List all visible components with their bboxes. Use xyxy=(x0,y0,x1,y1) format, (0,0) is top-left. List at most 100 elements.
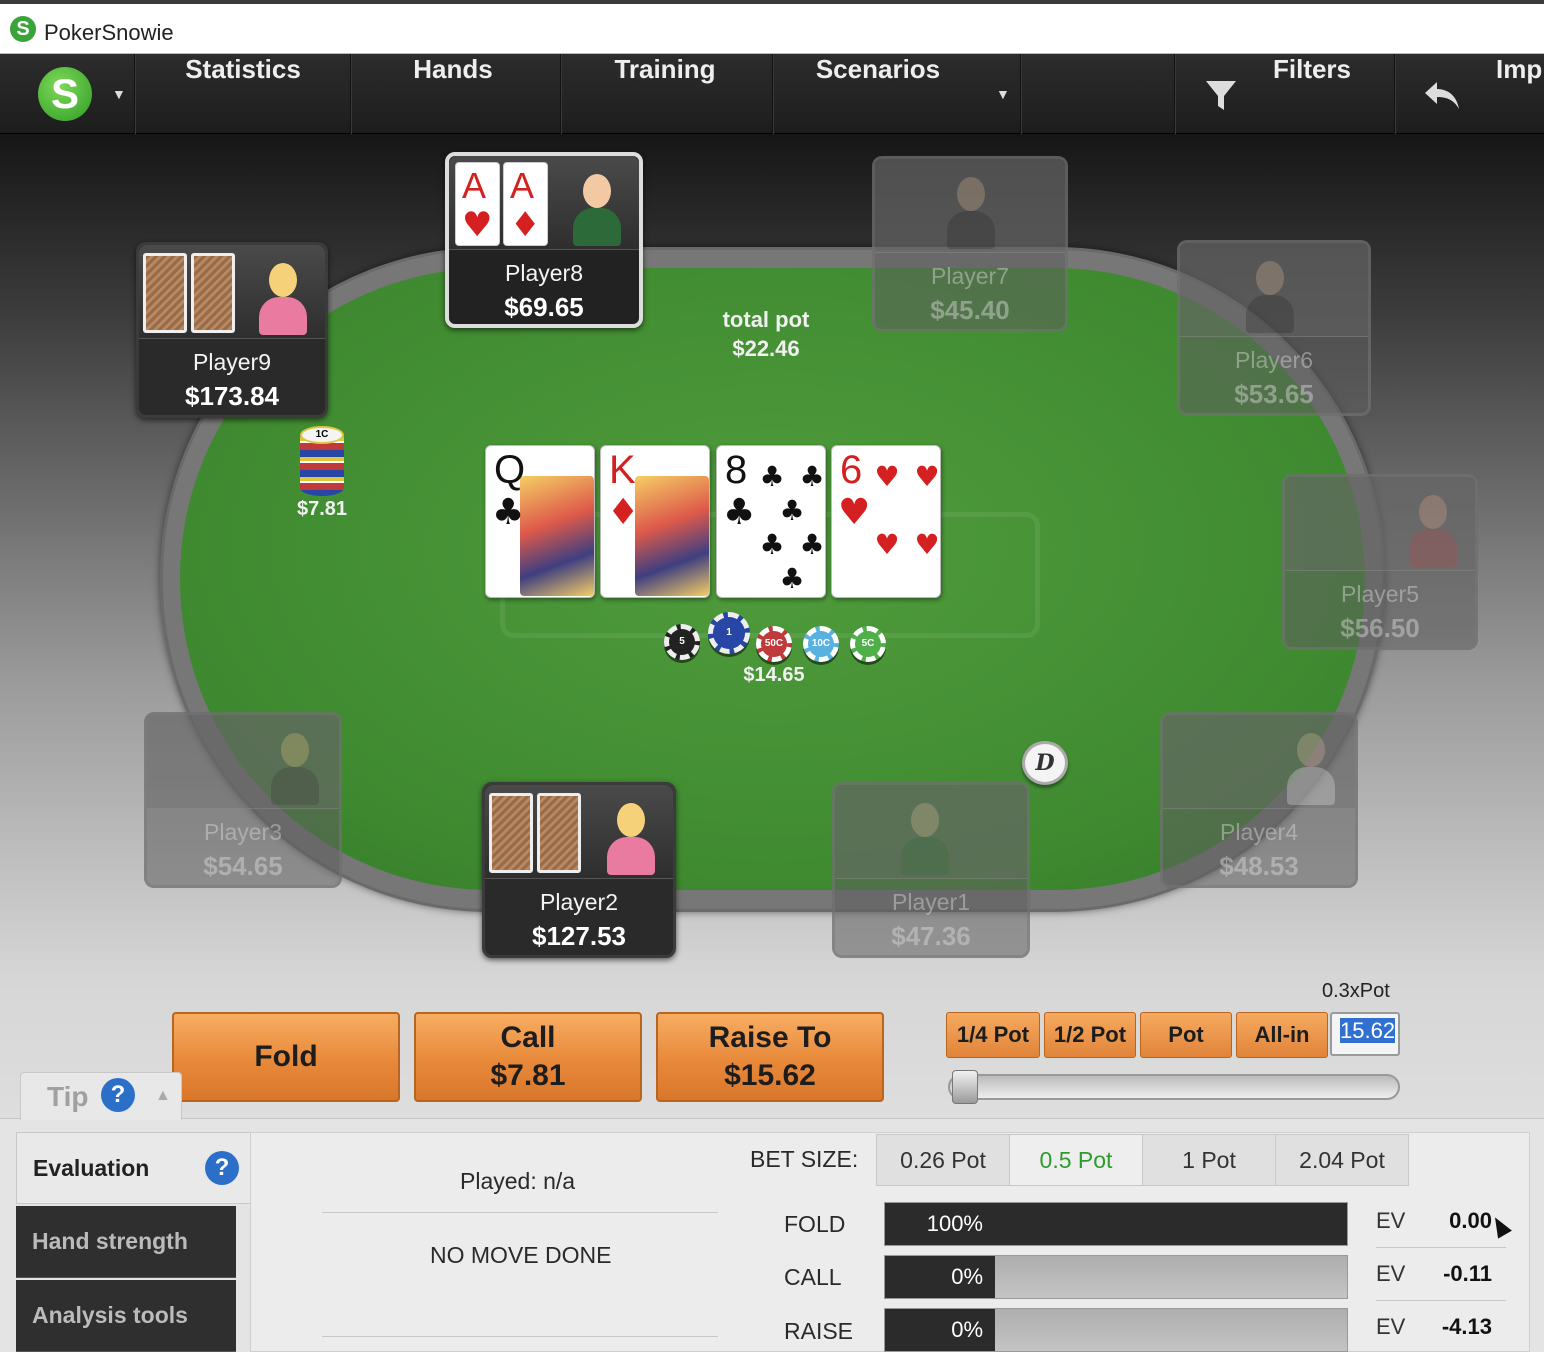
raise-frequency-bar: 0% xyxy=(884,1308,1348,1352)
seat-header xyxy=(1180,243,1368,337)
raise-label: Raise To xyxy=(708,1021,832,1054)
center-bet-amount: $14.65 xyxy=(743,664,805,686)
board-card-1: Q ♣ xyxy=(485,445,595,598)
bet-size-tab-0-26[interactable]: 0.26 Pot xyxy=(876,1134,1010,1186)
card-rank: K xyxy=(609,448,636,492)
card-back-icon xyxy=(191,253,235,333)
seat-header xyxy=(1285,477,1475,571)
menu-hands[interactable]: Hands xyxy=(360,54,546,134)
quarter-pot-button[interactable]: 1/4 Pot xyxy=(946,1012,1040,1058)
snowie-logo-button[interactable]: S xyxy=(38,67,92,121)
card-back-icon xyxy=(489,793,533,873)
filter-icon[interactable] xyxy=(1196,54,1246,134)
chip-icon: 10C xyxy=(803,626,839,662)
ev-label: EV xyxy=(1376,1261,1406,1286)
chevron-down-icon[interactable]: ▼ xyxy=(996,86,1010,102)
menu-training[interactable]: Training xyxy=(570,54,760,134)
player-stack: $47.36 xyxy=(891,921,971,951)
card-rank: A xyxy=(462,165,487,206)
menu-divider xyxy=(134,54,136,134)
seat-player8[interactable]: A ♥ A ♦ Player8 $69.65 xyxy=(445,152,643,328)
seat-header xyxy=(835,785,1027,879)
raise-amount: $15.62 xyxy=(724,1059,816,1092)
seat-player1[interactable]: Player1 $47.36 xyxy=(832,782,1030,958)
chip-denomination: 1C xyxy=(300,426,344,444)
fold-label: Fold xyxy=(254,1040,318,1073)
menu-filters[interactable]: Filters xyxy=(1256,54,1368,134)
bet-size-tab-2-04[interactable]: 2.04 Pot xyxy=(1275,1134,1409,1186)
seat-player4[interactable]: Player4 $48.53 xyxy=(1160,712,1358,888)
heart-icon: ♥ xyxy=(462,205,493,245)
tab-analysis-tools[interactable]: Analysis tools xyxy=(16,1280,236,1352)
card-back-icon xyxy=(143,253,187,333)
ev-value: -4.13 xyxy=(1441,1314,1492,1339)
call-amount: $7.81 xyxy=(490,1059,566,1092)
call-move-label: CALL xyxy=(784,1264,842,1290)
raise-move-label: RAISE xyxy=(784,1318,854,1344)
tab-label: Evaluation xyxy=(33,1155,150,1181)
chip-icon: 5C xyxy=(850,626,886,662)
call-button[interactable]: Call $7.81 xyxy=(414,1012,642,1102)
menu-divider xyxy=(1394,54,1396,134)
all-in-button[interactable]: All-in xyxy=(1236,1012,1328,1058)
queen-face-image xyxy=(520,476,594,596)
total-pot-amount: $22.46 xyxy=(732,336,800,361)
bet-size-tab-0-5[interactable]: 0.5 Pot xyxy=(1009,1134,1143,1186)
card-rank: Q xyxy=(494,448,526,492)
avatar xyxy=(1405,491,1461,567)
king-face-image xyxy=(635,476,709,596)
avatar xyxy=(897,799,953,875)
player-stack: $173.84 xyxy=(185,381,279,411)
menu-scenarios[interactable]: Scenarios xyxy=(780,54,976,134)
bet-slider-track[interactable] xyxy=(948,1074,1400,1100)
ev-label: EV xyxy=(1376,1314,1406,1339)
seat-player3[interactable]: Player3 $54.65 xyxy=(144,712,342,888)
seat-header xyxy=(139,245,325,339)
player-stack: $69.65 xyxy=(504,292,584,322)
menu-divider xyxy=(350,54,352,134)
seat-player9[interactable]: Player9 $173.84 xyxy=(136,242,328,418)
tip-tab[interactable]: Tip ? ▲ xyxy=(20,1072,182,1120)
chevron-up-icon[interactable]: ▲ xyxy=(155,1087,171,1105)
bet-amount-value: 15.62 xyxy=(1340,1018,1396,1043)
undo-icon[interactable] xyxy=(1418,54,1468,134)
chevron-down-icon[interactable]: ▼ xyxy=(112,86,126,102)
card-rank: 8 xyxy=(725,448,748,492)
menu-statistics[interactable]: Statistics xyxy=(150,54,336,134)
bet-amount-input[interactable]: 15.62 xyxy=(1330,1012,1400,1056)
chip-icon: 1 xyxy=(708,612,750,654)
seat-player7[interactable]: Player7 $45.40 xyxy=(872,156,1068,332)
tab-evaluation[interactable]: Evaluation ? xyxy=(16,1132,252,1204)
player-stack: $45.40 xyxy=(930,295,1010,325)
seat-player6[interactable]: Player6 $53.65 xyxy=(1177,240,1371,416)
frequency-value: 0% xyxy=(885,1309,995,1351)
board-card-4: 6 ♥ ♥ ♥♥ ♥♥ ♥ xyxy=(831,445,941,598)
help-icon[interactable]: ? xyxy=(101,1078,135,1112)
board-card-2: K ♦ xyxy=(600,445,710,598)
window-title: PokerSnowie xyxy=(44,20,174,45)
avatar xyxy=(569,170,625,246)
seat-player5[interactable]: Player5 $56.50 xyxy=(1282,474,1478,650)
title-bar: S PokerSnowie xyxy=(0,0,1544,54)
half-pot-button[interactable]: 1/2 Pot xyxy=(1044,1012,1136,1058)
app-logo-icon: S xyxy=(10,16,36,42)
pot-multiple-label: 0.3xPot xyxy=(1322,980,1390,1002)
call-frequency-bar: 0% xyxy=(884,1255,1348,1299)
move-status: NO MOVE DONE xyxy=(430,1242,612,1268)
player-stack: $127.53 xyxy=(532,921,626,951)
seat-header: A ♥ A ♦ xyxy=(449,156,639,250)
pot-button[interactable]: Pot xyxy=(1140,1012,1232,1058)
club-pips-icon: ♣ ♣♣♣ ♣♣♣ ♣ xyxy=(759,460,825,597)
player-name: Player3 xyxy=(204,819,282,845)
fold-button[interactable]: Fold xyxy=(172,1012,400,1102)
diamond-icon: ♦ xyxy=(510,205,541,245)
bet-size-tab-1[interactable]: 1 Pot xyxy=(1142,1134,1276,1186)
tab-hand-strength[interactable]: Hand strength xyxy=(16,1206,236,1278)
bet-slider-handle[interactable] xyxy=(952,1070,978,1104)
player-name: Player5 xyxy=(1341,581,1419,607)
seat-player2[interactable]: Player2 $127.53 xyxy=(482,782,676,958)
raise-button[interactable]: Raise To $15.62 xyxy=(656,1012,884,1102)
help-icon[interactable]: ? xyxy=(205,1151,239,1185)
menu-import[interactable]: Imp xyxy=(1496,54,1544,134)
main-menu: S ▼ Statistics Hands Training Scenarios … xyxy=(0,54,1544,134)
